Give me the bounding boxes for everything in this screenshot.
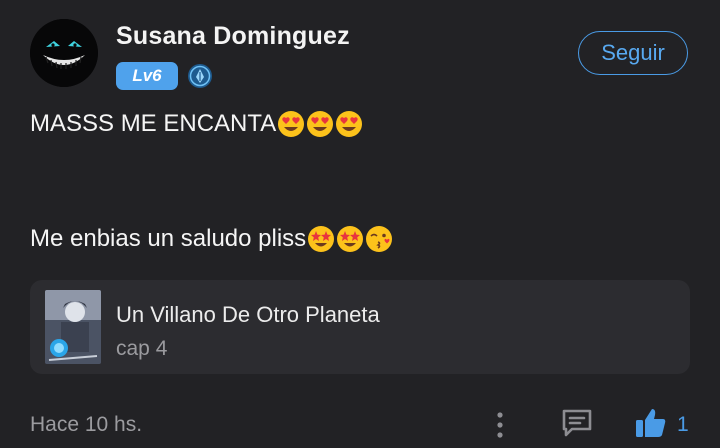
thumbs-up-icon[interactable] xyxy=(634,406,668,440)
comment-text-2: Me enbias un saludo pliss xyxy=(30,225,307,252)
reply-icon[interactable] xyxy=(560,407,594,439)
book-title: Un Villano De Otro Planeta xyxy=(116,302,380,327)
heart-eyes-emoji-icon xyxy=(336,111,363,137)
avatar[interactable] xyxy=(30,19,98,87)
comment-text-1: MASSS ME ENCANTA xyxy=(30,110,277,137)
star-struck-emoji-icon xyxy=(337,226,364,252)
cheshire-cat-avatar-icon xyxy=(30,19,98,87)
star-struck-emoji-icon xyxy=(308,226,335,252)
more-vertical-icon[interactable] xyxy=(490,408,510,442)
comment-line-1: MASSS ME ENCANTA xyxy=(30,110,363,138)
book-card[interactable]: Un Villano De Otro Planeta cap 4 xyxy=(30,280,690,374)
quill-badge-icon xyxy=(187,63,213,89)
book-cover xyxy=(45,290,101,364)
heart-eyes-emoji-icon xyxy=(278,111,305,137)
follow-button[interactable]: Seguir xyxy=(578,31,688,75)
book-cover-art-icon xyxy=(45,290,101,364)
username[interactable]: Susana Dominguez xyxy=(116,22,350,51)
level-badge: Lv6 xyxy=(116,62,178,90)
book-chapter: cap 4 xyxy=(116,337,168,360)
comment-line-2: Me enbias un saludo pliss xyxy=(30,225,393,253)
kissing-face-emoji-icon xyxy=(366,226,393,252)
heart-eyes-emoji-icon xyxy=(307,111,334,137)
like-count: 1 xyxy=(677,413,689,436)
timestamp: Hace 10 hs. xyxy=(30,413,143,436)
